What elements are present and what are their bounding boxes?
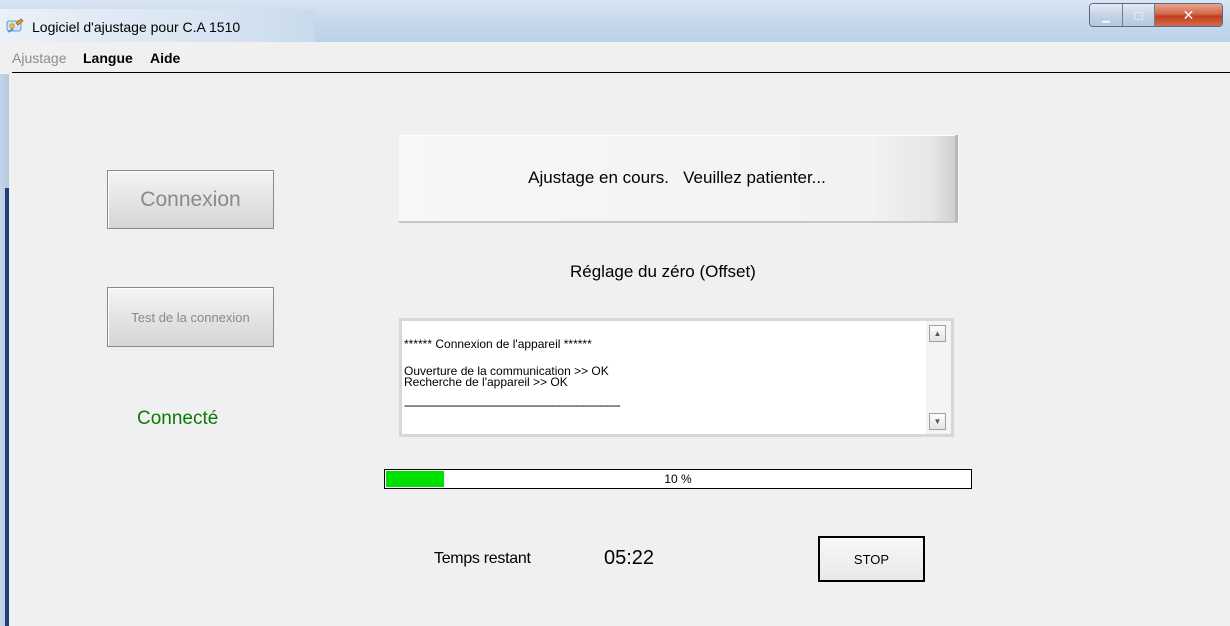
close-icon: ✕	[1182, 6, 1195, 23]
menu-bar: Ajustage Langue Aide	[12, 46, 1230, 73]
stop-button[interactable]: STOP	[818, 536, 925, 582]
test-connection-button[interactable]: Test de la connexion	[107, 287, 274, 347]
current-step-label: Réglage du zéro (Offset)	[570, 262, 756, 281]
app-window: Logiciel d'ajustage pour C.A 1510 ▁ □ ✕ …	[0, 0, 1230, 626]
log-line: ****** Connexion de l'appareil ******	[404, 337, 592, 351]
status-banner: Ajustage en cours. Veuillez patienter...	[399, 135, 958, 223]
progress-label: 10 %	[664, 472, 692, 486]
progress-bar: 10 %	[384, 469, 972, 489]
connection-status: Connecté	[137, 408, 219, 429]
status-banner-text: Ajustage en cours. Veuillez patienter...	[528, 168, 826, 187]
window-frame-top-left	[0, 42, 12, 74]
menu-langue[interactable]: Langue	[83, 50, 133, 66]
minimize-icon: ▁	[1102, 11, 1110, 23]
app-icon	[6, 18, 24, 33]
scroll-up-button[interactable]: ▲	[929, 325, 946, 342]
log-line: ----------------------------------------…	[404, 400, 621, 411]
remaining-time-value: 05:22	[604, 547, 655, 569]
maximize-icon: □	[1134, 7, 1143, 23]
window-caption-buttons: ▁ □ ✕	[1089, 3, 1223, 27]
title-bar: Logiciel d'ajustage pour C.A 1510 ▁ □ ✕	[0, 0, 1230, 42]
window-title: Logiciel d'ajustage pour C.A 1510	[32, 19, 241, 35]
menu-ajustage[interactable]: Ajustage	[12, 50, 66, 66]
minimize-button[interactable]: ▁	[1090, 4, 1123, 26]
log-line: Recherche de l'appareil >> OK	[404, 375, 568, 389]
log-textbox[interactable]: ****** Connexion de l'appareil ****** Ou…	[399, 318, 954, 437]
remaining-time-label: Temps restant	[434, 550, 531, 567]
arrow-up-icon: ▲	[933, 329, 942, 338]
close-button[interactable]: ✕	[1155, 4, 1222, 26]
log-scrollbar[interactable]: ▲ ▼	[926, 321, 951, 434]
scroll-down-button[interactable]: ▼	[929, 413, 946, 430]
maximize-button[interactable]: □	[1123, 4, 1155, 26]
connect-button[interactable]: Connexion	[107, 170, 274, 229]
log-content: ****** Connexion de l'appareil ****** Ou…	[404, 337, 924, 411]
arrow-down-icon: ▼	[933, 417, 942, 426]
menu-aide[interactable]: Aide	[150, 50, 180, 66]
